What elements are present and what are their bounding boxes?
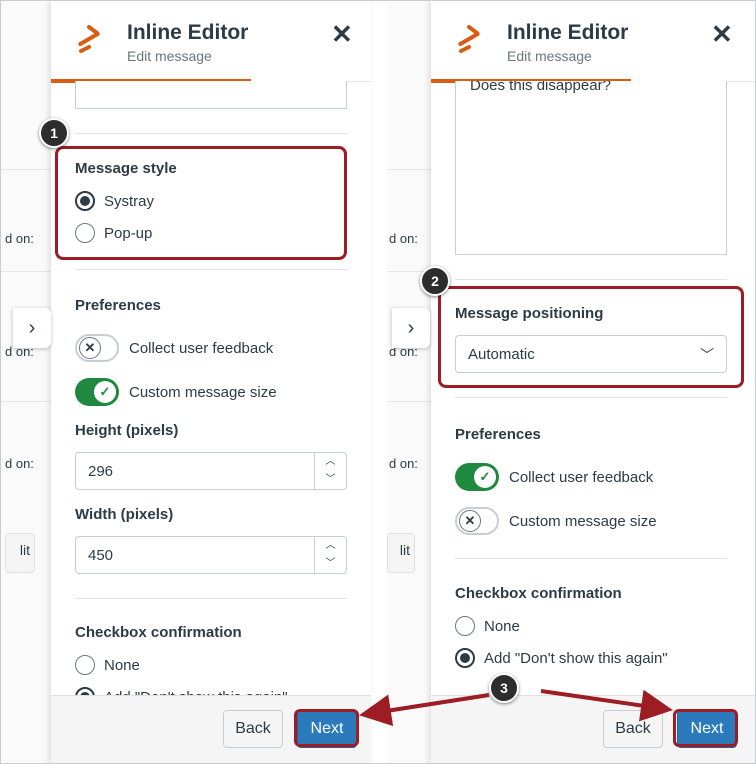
- arrow-right: [540, 689, 673, 722]
- callout-3: 3: [489, 673, 519, 703]
- callout-1: 1: [39, 118, 69, 148]
- annotation-arrows: [359, 689, 673, 727]
- screenshot-frame: d on: d on: d on: lit d on: d on: d on: …: [0, 0, 756, 764]
- callout-2: 2: [420, 266, 450, 296]
- arrow-left: [359, 693, 490, 727]
